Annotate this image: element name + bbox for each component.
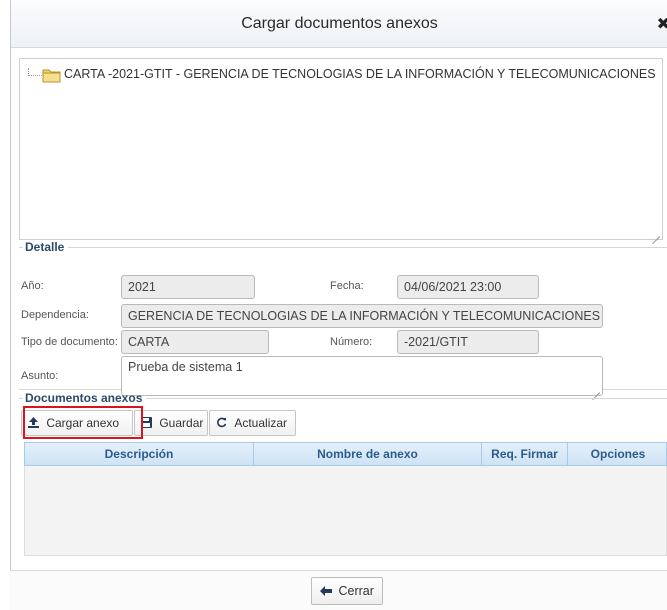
refresh-icon xyxy=(216,416,230,430)
dependencia-field[interactable]: GERENCIA DE TECNOLOGIAS DE LA INFORMACIÓ… xyxy=(121,304,603,328)
asunto-field[interactable]: Prueba de sistema 1 xyxy=(121,356,603,396)
column-nombre-anexo[interactable]: Nombre de anexo xyxy=(254,443,482,465)
folder-icon xyxy=(42,67,62,86)
dialog-title: Cargar documentos anexos xyxy=(241,15,438,32)
asunto-value: Prueba de sistema 1 xyxy=(128,360,243,374)
numero-label: Número: xyxy=(330,336,373,348)
anexos-legend: Documentos anexos xyxy=(25,391,143,405)
guardar-button[interactable]: Guardar xyxy=(134,410,208,436)
anio-field[interactable]: 2021 xyxy=(121,275,255,299)
cerrar-label: Cerrar xyxy=(338,584,374,598)
dialog-footer: Cerrar xyxy=(10,570,667,610)
column-req-firmar[interactable]: Req. Firmar xyxy=(482,443,568,465)
save-icon xyxy=(141,416,155,430)
dependencia-label: Dependencia: xyxy=(21,309,89,321)
actualizar-button[interactable]: Actualizar xyxy=(209,410,296,436)
resize-handle[interactable] xyxy=(650,227,660,237)
dialog-titlebar: Cargar documentos anexos ✖ xyxy=(11,0,667,48)
anio-label: Año: xyxy=(21,280,44,292)
arrow-left-icon xyxy=(320,584,338,598)
tipo-documento-label: Tipo de documento: xyxy=(21,336,118,348)
column-descripcion[interactable]: Descripción xyxy=(25,443,254,465)
fecha-label: Fecha: xyxy=(330,280,364,292)
document-tree: CARTA -2021-GTIT - GERENCIA DE TECNOLOGI… xyxy=(19,58,663,240)
highlight-box xyxy=(23,406,143,439)
tree-connector xyxy=(28,68,42,76)
tipo-documento-field[interactable]: CARTA xyxy=(121,330,269,354)
anexos-table-header: Descripción Nombre de anexo Req. Firmar … xyxy=(24,442,667,466)
anexos-table-body xyxy=(24,466,667,556)
actualizar-label: Actualizar xyxy=(234,416,288,430)
close-icon[interactable]: ✖ xyxy=(657,14,667,34)
column-opciones[interactable]: Opciones xyxy=(568,443,667,465)
detalle-section: Detalle Año: 2021 Fecha: 04/06/2021 23:0… xyxy=(19,240,667,396)
guardar-label: Guardar xyxy=(159,416,204,430)
asunto-label: Asunto: xyxy=(21,370,59,382)
fecha-field[interactable]: 04/06/2021 23:00 xyxy=(397,275,539,299)
numero-field[interactable]: -2021/GTIT xyxy=(397,330,539,354)
detalle-legend: Detalle xyxy=(25,240,65,254)
cerrar-button[interactable]: Cerrar xyxy=(311,577,383,605)
tree-node-label[interactable]: CARTA -2021-GTIT - GERENCIA DE TECNOLOGI… xyxy=(64,67,656,81)
